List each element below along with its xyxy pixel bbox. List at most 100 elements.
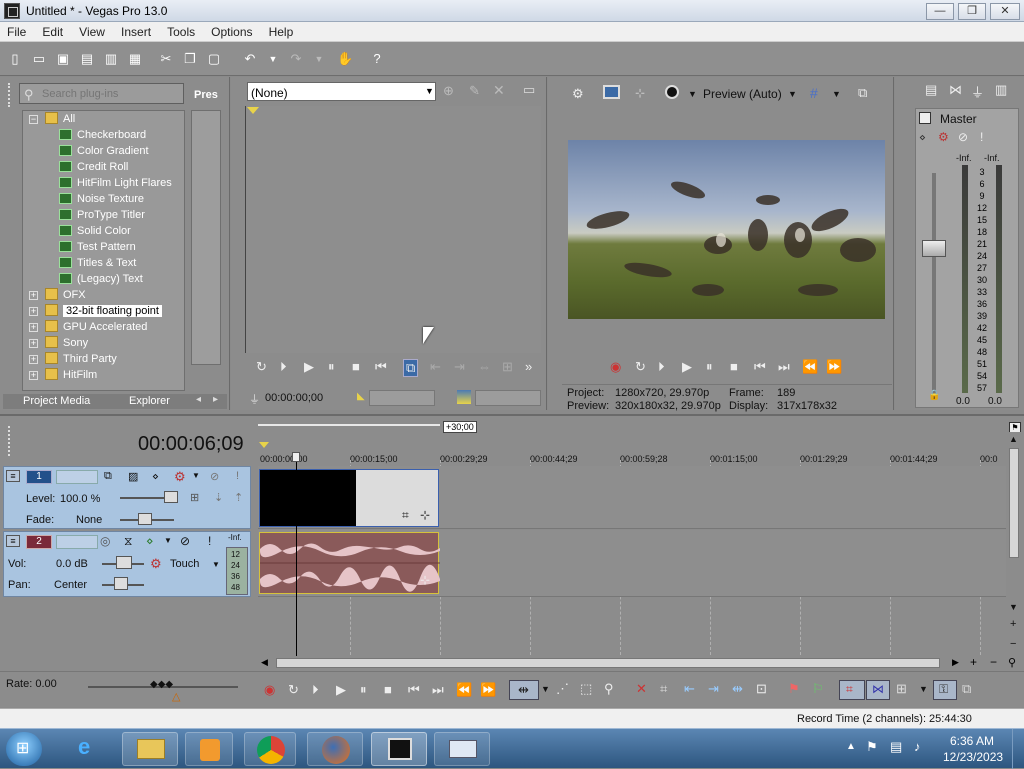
preview-pause-icon[interactable]: ⏸: [706, 359, 713, 375]
tl-go-to-start-icon[interactable]: ⏮: [408, 682, 420, 698]
overlays-dropdown-icon[interactable]: ▼: [832, 89, 841, 99]
tl-prev-frame-icon[interactable]: ⏪: [456, 682, 472, 698]
tab-project-media[interactable]: Project Media: [23, 395, 90, 407]
action-center-icon[interactable]: ⚑: [866, 739, 878, 755]
menu-insert[interactable]: Insert: [114, 22, 157, 39]
preview-next-marker-icon[interactable]: ⏭: [778, 359, 790, 375]
menu-options[interactable]: Options: [204, 22, 258, 39]
split-screen-icon[interactable]: ⊹: [635, 86, 645, 100]
plugin-tree-item[interactable]: Test Pattern: [59, 239, 136, 255]
pan-slider-thumb[interactable]: [114, 577, 128, 590]
properties-icon[interactable]: ▦: [127, 51, 143, 67]
new-file-icon[interactable]: ▯: [7, 51, 23, 67]
mixer-insert-bus-icon[interactable]: ▤: [925, 82, 937, 98]
video-fx-icon[interactable]: [665, 85, 679, 99]
taskbar-vegas-pro[interactable]: [371, 732, 427, 766]
more-controls-icon[interactable]: »: [525, 359, 532, 374]
trimmer-mode-icon[interactable]: ⧉: [403, 359, 419, 377]
ripple-dropdown-icon[interactable]: ▼: [919, 684, 928, 694]
trimmer-media-select[interactable]: (None) ▼: [247, 82, 436, 101]
plugin-search-input[interactable]: [42, 86, 182, 101]
lock-icon[interactable]: 🔒: [928, 390, 940, 401]
scroll-up-icon[interactable]: ▲: [1009, 434, 1018, 444]
envelope-tool-icon[interactable]: ⋰: [556, 681, 569, 697]
trimmer-viewport[interactable]: [245, 106, 541, 353]
audio-solo-icon[interactable]: !: [208, 534, 211, 548]
master-fader-thumb[interactable]: [922, 240, 946, 257]
expand-icon[interactable]: +: [29, 371, 38, 380]
audio-automation-icon[interactable]: ⋄: [146, 534, 154, 548]
preview-prev-marker-icon[interactable]: ⏮: [754, 359, 766, 375]
redo-dropdown-icon[interactable]: ▼: [311, 51, 327, 67]
arm-record-icon[interactable]: ◎: [100, 534, 110, 548]
whats-this-help-icon[interactable]: ?: [369, 51, 385, 67]
audio-mute-icon[interactable]: ⊘: [180, 534, 190, 548]
track-motion-icon[interactable]: ⧉: [104, 470, 112, 483]
track-fx-dropdown-icon[interactable]: ▼: [192, 471, 200, 480]
expand-icon[interactable]: +: [29, 339, 38, 348]
track-mute-icon[interactable]: ⊘: [210, 470, 219, 483]
playhead-handle[interactable]: [292, 452, 300, 462]
master-fx-checkbox[interactable]: [919, 112, 931, 124]
trim-icon[interactable]: ⌗: [660, 681, 667, 697]
network-icon[interactable]: ▤: [890, 739, 902, 755]
normal-edit-tool[interactable]: ⇹: [509, 680, 539, 700]
taskbar-firefox[interactable]: [307, 732, 363, 766]
mixer-dim-icon[interactable]: ⏚: [971, 82, 984, 101]
zoom-tool-icon[interactable]: ⚲: [1008, 656, 1016, 669]
vscroll-thumb[interactable]: [1009, 448, 1019, 558]
zoom-edit-tool-icon[interactable]: ⚲: [604, 681, 614, 697]
timeline-vertical-scrollbar[interactable]: ▲ ▼ + −: [1007, 432, 1021, 670]
zoom-out-vertical-icon[interactable]: −: [1010, 638, 1016, 650]
split-icon[interactable]: ⇹: [732, 681, 743, 697]
master-fx-icon[interactable]: ⚙: [938, 130, 949, 144]
plugin-tree-item[interactable]: ProType Titler: [59, 207, 145, 223]
track-fx-icon[interactable]: ⚙: [174, 469, 186, 485]
maximize-button[interactable]: ❐: [958, 3, 986, 20]
redo-icon[interactable]: ↷: [288, 51, 304, 67]
preview-quality[interactable]: Preview (Auto): [703, 87, 782, 101]
lock-event-icon[interactable]: ⊡: [756, 681, 767, 697]
master-io-icon[interactable]: ⋄: [919, 131, 926, 144]
tl-play-icon[interactable]: ▶: [336, 682, 346, 698]
mixer-meters-icon[interactable]: ▥: [995, 82, 1007, 98]
trim-in-icon[interactable]: ⇤: [430, 359, 441, 375]
undo-dropdown-icon[interactable]: ▼: [265, 51, 281, 67]
trimmer-clear-icon[interactable]: ✕: [493, 82, 505, 99]
loop-region-bar[interactable]: [258, 424, 440, 428]
delete-icon[interactable]: ✕: [636, 681, 647, 697]
plugin-tree-item[interactable]: (Legacy) Text: [59, 271, 143, 287]
tl-stop-icon[interactable]: ■: [384, 682, 392, 697]
copy-icon[interactable]: ❐: [182, 51, 198, 67]
lock-envelopes-toggle[interactable]: ⚿: [933, 680, 957, 700]
snapping-toggle[interactable]: ⌗: [839, 680, 865, 700]
tl-pause-icon[interactable]: ⏸: [360, 682, 367, 698]
zoom-in-horizontal-icon[interactable]: +: [970, 655, 977, 669]
open-folder-icon[interactable]: ▭: [31, 51, 47, 67]
taskbar-media-player[interactable]: [185, 732, 233, 766]
video-clip[interactable]: ⌗ ⊹: [259, 469, 439, 527]
taskbar-internet-explorer[interactable]: e: [66, 732, 114, 766]
track-automation-icon[interactable]: ⋄: [152, 470, 159, 483]
trim-start-icon[interactable]: ⇤: [684, 681, 695, 697]
insert-marker-icon[interactable]: ⚑: [788, 681, 800, 697]
menu-view[interactable]: View: [72, 22, 111, 39]
tab-explorer[interactable]: Explorer: [129, 395, 170, 407]
quality-dropdown-icon[interactable]: ▼: [788, 89, 797, 99]
fade-slider-thumb[interactable]: [138, 513, 152, 525]
selection-length-field[interactable]: [369, 390, 435, 406]
plugin-tree-item[interactable]: Noise Texture: [59, 191, 144, 207]
record-icon[interactable]: ◉: [610, 359, 621, 375]
plugin-tree-item[interactable]: + GPU Accelerated: [29, 319, 147, 335]
insert-region-icon[interactable]: ⚐: [812, 681, 824, 697]
presets-list[interactable]: [191, 110, 221, 365]
go-to-start-icon[interactable]: ⏮: [375, 359, 387, 375]
plugin-tree-item[interactable]: + OFX: [29, 287, 86, 303]
event-pan-crop-icon[interactable]: ⌗: [402, 508, 409, 523]
tl-record-icon[interactable]: ◉: [264, 682, 275, 698]
timeline-horizontal-scrollbar[interactable]: ◀ ▶ + − ⚲: [258, 655, 1022, 670]
trim-split-icon[interactable]: ⊞: [502, 359, 513, 375]
track-collapse-icon[interactable]: ≡: [6, 470, 20, 482]
plugin-tree-item[interactable]: Solid Color: [59, 223, 131, 239]
audio-event-fx-icon[interactable]: ⊹: [420, 573, 430, 587]
